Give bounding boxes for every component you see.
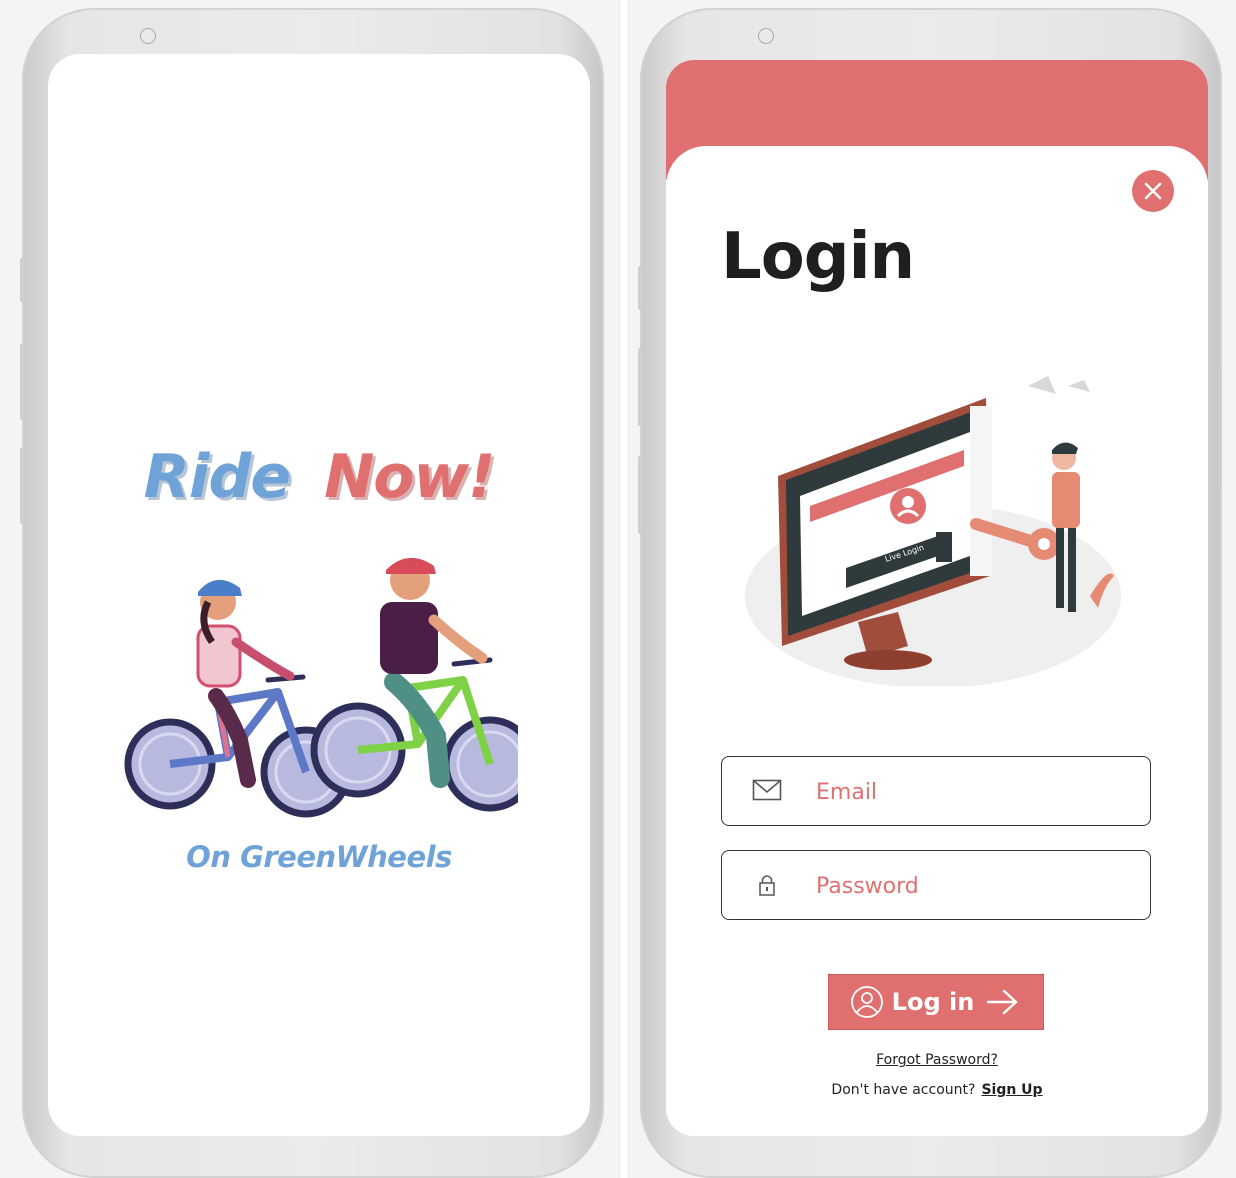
- email-field[interactable]: [721, 756, 1151, 826]
- brand-word-ride: Ride: [143, 442, 291, 512]
- bike-left: [124, 579, 352, 818]
- page-title: Login: [721, 220, 915, 294]
- password-field[interactable]: [721, 850, 1151, 920]
- side-button: [1218, 368, 1222, 488]
- email-input[interactable]: [814, 769, 1138, 815]
- lock-icon: [759, 875, 775, 896]
- login-button-label: Log in: [891, 988, 975, 1016]
- close-icon: [1144, 182, 1162, 200]
- signup-prompt: Don't have account? Sign Up: [666, 1082, 1208, 1098]
- tagline: On GreenWheels: [186, 840, 452, 874]
- mail-icon: [752, 779, 782, 801]
- phone-frame-splash: Ride Now! On GreenWheels: [20, 8, 604, 1178]
- splash-screen: Ride Now! On GreenWheels: [48, 54, 590, 1136]
- side-button: [638, 348, 642, 426]
- phone-frame-login: Login Live Login Email Log in Forgot Pas…: [638, 8, 1222, 1178]
- arrow-right-icon: [987, 989, 1018, 1015]
- login-illustration: Live Login: [745, 376, 1121, 686]
- side-button: [638, 456, 642, 534]
- user-circle-icon: [850, 986, 883, 1018]
- close-button[interactable]: [1132, 170, 1174, 212]
- forgot-password-link[interactable]: Forgot Password?: [666, 1052, 1208, 1068]
- panel-divider: [621, 0, 627, 1178]
- side-button: [20, 258, 24, 302]
- login-screen: Login Live Login Email Log in Forgot Pas…: [666, 60, 1208, 1136]
- bike-right: [310, 557, 518, 812]
- password-input[interactable]: [814, 863, 1138, 909]
- camera-dot: [758, 28, 774, 44]
- cyclists-illustration: [124, 557, 518, 818]
- side-button: [638, 266, 642, 310]
- brand-word-now: Now!: [324, 442, 495, 512]
- camera-dot: [140, 28, 156, 44]
- side-button: [20, 344, 24, 420]
- brand-title: Ride Now!: [48, 442, 590, 512]
- no-account-text: Don't have account?: [831, 1082, 976, 1098]
- side-button: [20, 448, 24, 524]
- signup-link[interactable]: Sign Up: [981, 1082, 1042, 1098]
- login-button[interactable]: Log in: [828, 974, 1044, 1030]
